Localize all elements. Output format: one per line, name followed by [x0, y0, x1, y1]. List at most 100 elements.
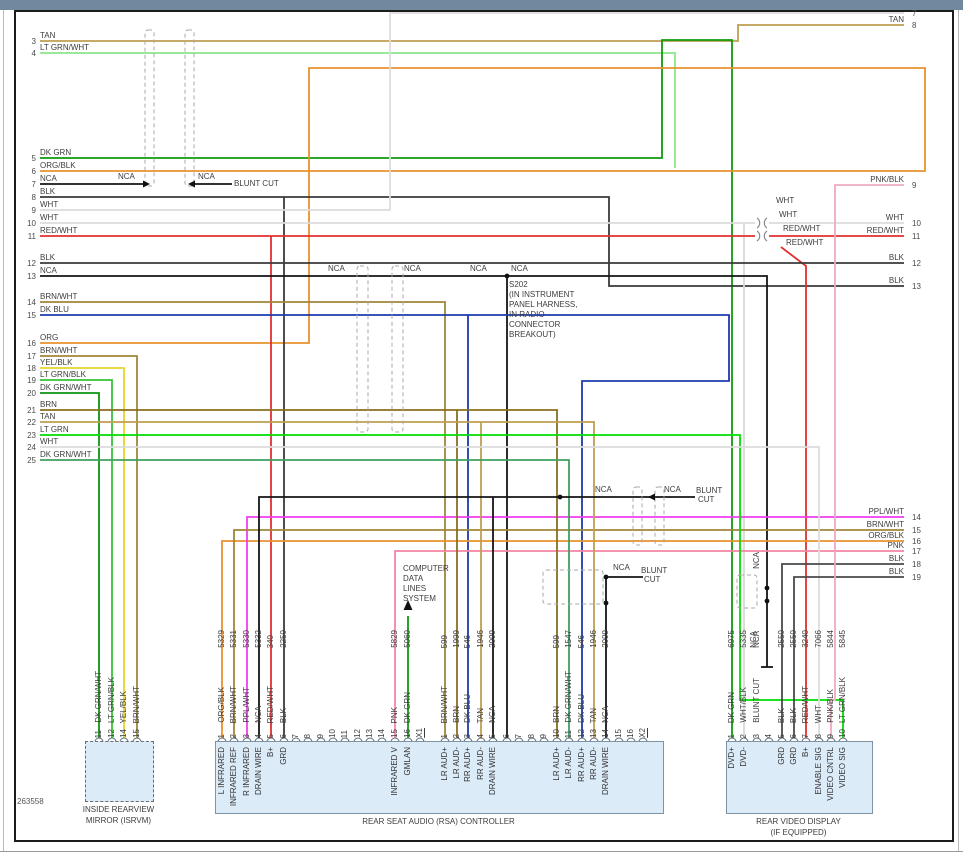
pin-function-rsa-5: B+	[266, 747, 275, 758]
left-pin-wire-label-11: RED/WHT	[40, 226, 78, 235]
pin-function-rsa-14: DRAIN WIRE	[601, 747, 610, 795]
left-pin-wire-label-16: ORG	[40, 333, 59, 342]
left-pin-number-14: 14	[27, 298, 36, 307]
connector-caption-rsa: REAR SEAT AUDIO (RSA) CONTROLLER	[362, 817, 515, 826]
connector-pin-number-rsa-12: 12	[577, 729, 586, 738]
connector-pin-number-rsa-6: 6	[279, 733, 288, 738]
splice-dot	[603, 600, 609, 606]
left-pin-number-18: 18	[27, 364, 36, 373]
circuit-number-video-3: NCA	[752, 631, 761, 648]
connector-pin-number-rsa-5: 5	[266, 733, 275, 738]
pin-function-rsa-12: RR AUD+	[577, 747, 586, 782]
connector-pin-number-rsa-10: 10	[552, 729, 561, 738]
left-pin-wire-label-15: DK BLU	[40, 305, 69, 314]
annotation-blunt-9: BLUNT	[696, 486, 723, 495]
annotation-red-wht-16: RED/WHT	[783, 224, 821, 233]
circuit-number-video-2: 5335	[739, 630, 748, 648]
right-pin-number-10: 10	[912, 219, 921, 228]
left-pin-number-11: 11	[27, 232, 36, 241]
splice-dot	[504, 273, 510, 279]
pin-function-rsa-1: LR AUD+	[440, 747, 449, 781]
inline-connector-dashes-5	[654, 486, 665, 546]
left-pin-number-24: 24	[27, 443, 36, 452]
connector-pin-number-rsa-10: 10	[328, 729, 337, 738]
wire-color-rsa-1: BRN/WHT	[440, 685, 449, 723]
left-pin-number-17: 17	[27, 352, 36, 361]
circuit-number-rsa-4: 5332	[254, 630, 263, 648]
connector-pin-number-rsa-7: 7	[514, 733, 523, 738]
pin-function-rsa-6: GRD	[279, 747, 288, 765]
wire-wht-left9-to-right7	[40, 12, 904, 211]
wire-color-video-3: BLUNT CUT	[752, 678, 761, 723]
right-pin-wire-label-17: PNK	[887, 541, 904, 550]
pin-function-rsa-4: DRAIN WIRE	[254, 747, 263, 795]
left-pin-number-21: 21	[27, 406, 36, 415]
wire-nca-2099-blunt	[605, 576, 643, 741]
left-pin-wire-label-12: BLK	[40, 253, 56, 262]
connector-pin-number-rsa-8: 8	[303, 733, 312, 738]
wire-break-icon	[756, 217, 761, 229]
circuit-number-rsa-16: 5060	[403, 630, 412, 648]
right-pin-number-8: 8	[912, 21, 917, 30]
left-pin-wire-label-4: LT GRN/WHT	[40, 43, 90, 52]
wire-color-isrvm-14: YEL/BLK	[119, 690, 128, 723]
right-pin-wire-label-10: WHT	[885, 213, 904, 222]
left-pin-number-10: 10	[27, 219, 36, 228]
s202-note-line: IN RADIO	[509, 310, 545, 319]
wire-color-rsa-5: NCA	[488, 706, 497, 723]
annotation-cut-13: CUT	[644, 575, 661, 584]
connector-pin-number-video-6: 6	[789, 733, 798, 738]
connector-pin-number-rsa-1: 1	[440, 733, 449, 738]
circuit-number-rsa-1: 5329	[217, 630, 226, 648]
connector-pin-number-video-2: 2	[739, 733, 748, 738]
s202-note-line: (IN INSTRUMENT	[509, 290, 575, 299]
connector-pin-number-rsa-7: 7	[291, 733, 300, 738]
computer-data-lines-note: COMPUTER	[403, 564, 449, 573]
annotation-red-wht-17: RED/WHT	[786, 238, 824, 247]
wiring-diagram-page: { "doc": {"part_number": "263558"}, "pal…	[0, 0, 963, 854]
wire-layer	[40, 12, 926, 743]
circuit-number-rsa-5: 2099	[488, 630, 497, 648]
wire-color-video-10: LT GRN/BLK	[838, 677, 847, 723]
left-pin-number-22: 22	[27, 418, 36, 427]
connector-pin-number-rsa-14: 14	[601, 729, 610, 738]
annotation-wht-14: WHT	[776, 196, 795, 205]
right-pin-wire-label-12: BLK	[888, 253, 904, 262]
left-pin-number-13: 13	[27, 272, 36, 281]
annotation-nca-0: NCA	[118, 172, 135, 181]
pin-function-rsa-16: GMLAN	[403, 747, 412, 776]
connector-pin-number-video-8: 8	[814, 733, 823, 738]
left-pin-wire-label-5: DK GRN	[40, 148, 72, 157]
s202-note-line: PANEL HARNESS,	[509, 300, 578, 309]
s202-note-line: CONNECTOR	[509, 320, 561, 329]
connector-pin-number-rsa-12: 12	[353, 729, 362, 738]
left-pin-wire-label-23: LT GRN	[40, 425, 69, 434]
circuit-number-video-8: 7066	[814, 630, 823, 648]
right-pin-number-9: 9	[912, 181, 917, 190]
wire-ltgrnwht-left4	[40, 52, 676, 168]
right-pin-wire-label-8: TAN	[888, 15, 904, 24]
left-pin-wire-label-22: TAN	[40, 412, 56, 421]
right-pin-wire-label-18: BLK	[888, 554, 904, 563]
left-pin-number-6: 6	[31, 167, 36, 176]
annotation-vertical-nca-0: NCA	[752, 552, 761, 569]
pin-function-rsa-4: RR AUD-	[476, 747, 485, 780]
connector-pin-number-video-5: 5	[777, 733, 786, 738]
right-pin-wire-label-14: PPL/WHT	[868, 507, 904, 516]
connector-pin-number-rsa-3: 3	[463, 733, 472, 738]
right-pin-wire-label-9: PNK/BLK	[870, 175, 904, 184]
wire-break-icon	[756, 230, 761, 242]
right-pin-number-7: 7	[912, 9, 917, 18]
wire-color-rsa-15: PNK	[390, 706, 399, 723]
wire-color-rsa-5: RED/WHT	[266, 685, 275, 723]
left-pin-number-8: 8	[31, 193, 36, 202]
circuit-number-video-5: 2550	[777, 630, 786, 648]
left-pin-number-7: 7	[31, 180, 36, 189]
wire-color-rsa-16: DK GRN	[403, 691, 412, 723]
pin-function-video-7: B+	[801, 747, 810, 758]
pin-function-rsa-11: LR AUD-	[564, 747, 573, 779]
splice-dot	[603, 574, 609, 580]
inline-connector-dashes-4	[632, 486, 643, 546]
computer-data-lines-note: DATA	[403, 574, 424, 583]
connector-pin-number-rsa-9: 9	[316, 733, 325, 738]
